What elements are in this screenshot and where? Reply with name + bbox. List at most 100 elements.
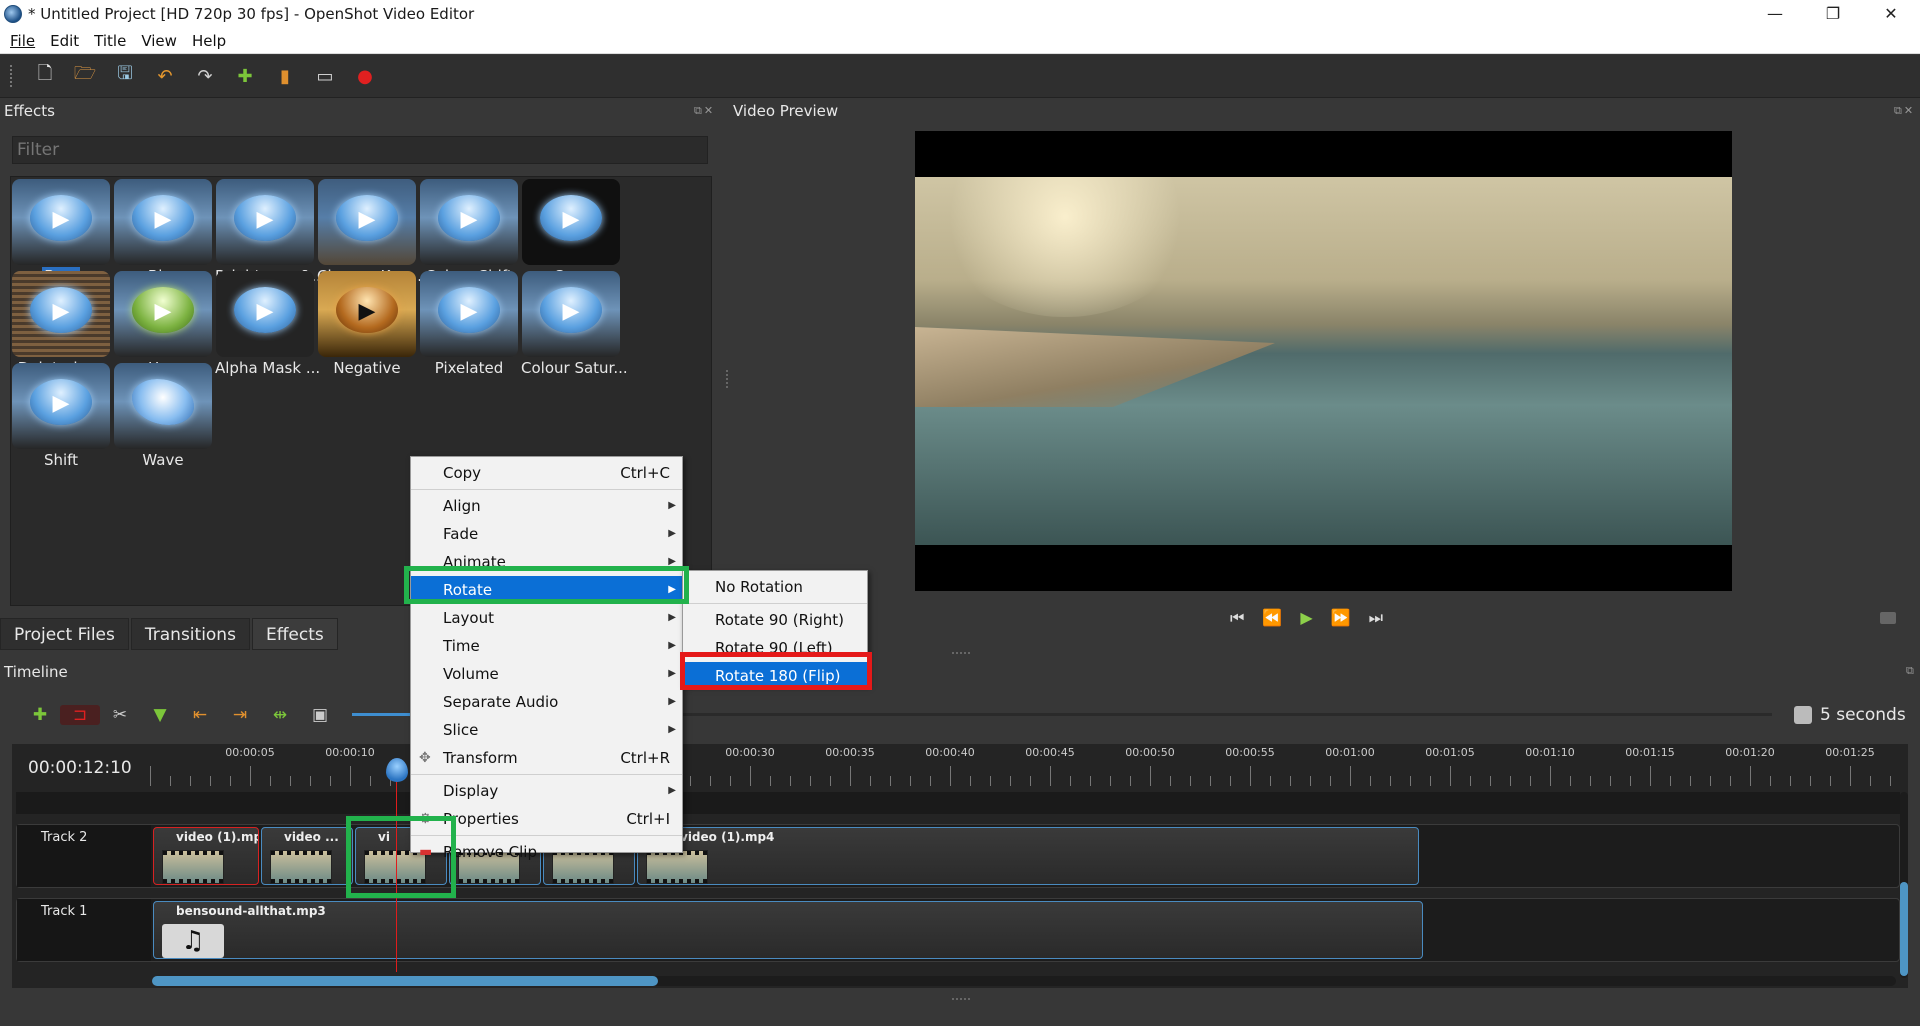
razor-icon[interactable]: ✂ — [100, 705, 140, 725]
menu-file[interactable]: File — [10, 32, 35, 50]
effect-colour-shift[interactable]: Colour Shift — [419, 179, 519, 285]
jump-end-icon[interactable]: ⏭ — [1369, 608, 1383, 628]
jump-start-icon[interactable]: ⏮ — [1230, 608, 1244, 628]
clip-video-6[interactable]: video (1).mp4 — [637, 827, 1419, 885]
menu-item-rotate-90-right[interactable]: Rotate 90 (Right) — [683, 606, 867, 634]
menu-help[interactable]: Help — [192, 32, 226, 50]
effect-wave[interactable]: Wave — [113, 363, 213, 469]
effect-chroma-key[interactable]: Chroma Key ... — [317, 179, 427, 285]
effect-thumbnail — [114, 363, 212, 449]
menu-item-no-rotation[interactable]: No Rotation — [683, 573, 867, 601]
toolbar-grip[interactable] — [10, 65, 13, 87]
ruler-tick — [1210, 776, 1211, 786]
effect-negative[interactable]: Negative — [317, 271, 417, 377]
splitter-handle[interactable] — [952, 652, 970, 655]
ruler-tick — [930, 776, 931, 786]
ruler-tick — [1150, 766, 1151, 786]
fast-forward-icon[interactable]: ⏩ — [1331, 608, 1351, 628]
ruler-tick — [1370, 776, 1371, 786]
dock-float-close-icon[interactable]: ⧉✕ — [694, 104, 715, 118]
snapping-icon[interactable]: ⊐ — [60, 705, 100, 725]
track-2[interactable]: Track 2 video (1).mp4 video ... vi video… — [16, 824, 1900, 888]
menu-item-layout[interactable]: Layout ▶ — [411, 604, 682, 632]
new-project-icon[interactable]: 🗋 — [25, 60, 65, 92]
add-track-icon[interactable]: ✚ — [20, 705, 60, 725]
effect-pixelated[interactable]: Pixelated — [419, 271, 519, 377]
effect-deinterlace[interactable]: Deinterlace — [11, 271, 111, 377]
menu-item-slice[interactable]: Slice ▶ — [411, 716, 682, 744]
effect-bars[interactable]: Bars — [11, 179, 111, 285]
menu-item-separate-audio[interactable]: Separate Audio ▶ — [411, 688, 682, 716]
open-project-icon[interactable]: 🗁 — [65, 60, 105, 92]
camera-icon[interactable] — [1880, 612, 1896, 624]
rewind-icon[interactable]: ⏪ — [1262, 608, 1282, 628]
minimize-button[interactable]: — — [1746, 0, 1804, 28]
clip-video-1[interactable]: video (1).mp4 — [153, 827, 259, 885]
menu-item-volume[interactable]: Volume ▶ — [411, 660, 682, 688]
dock-float-icon[interactable]: ⧉ — [1906, 664, 1916, 678]
next-marker-icon[interactable]: ⇥ — [220, 705, 260, 725]
effect-blur[interactable]: Blur — [113, 179, 213, 285]
effect-thumbnail — [318, 271, 416, 357]
add-marker-icon[interactable]: ▼ — [140, 705, 180, 725]
menu-item-remove-clip[interactable]: ▬ Remove Clip — [411, 838, 682, 866]
effect-alpha-mask[interactable]: Alpha Mask ... — [215, 271, 320, 377]
effect-thumbnail — [12, 363, 110, 449]
fullscreen-icon[interactable]: ▭ — [305, 60, 345, 92]
ruler-tick — [1390, 776, 1391, 786]
timeline-vertical-scrollbar[interactable] — [1900, 792, 1908, 978]
tab-effects[interactable]: Effects — [251, 618, 338, 650]
effect-colour-saturation[interactable]: Colour Satur... — [521, 271, 628, 377]
playhead-handle[interactable] — [386, 758, 408, 782]
redo-icon[interactable]: ↷ — [185, 60, 225, 92]
ruler-tick — [770, 776, 771, 786]
track-1[interactable]: Track 1 bensound-allthat.mp3 ♫ — [16, 898, 1900, 962]
menu-item-time[interactable]: Time ▶ — [411, 632, 682, 660]
menu-item-align[interactable]: Align ▶ — [411, 492, 682, 520]
effect-hue[interactable]: Hue — [113, 271, 213, 377]
close-button[interactable]: ✕ — [1862, 0, 1920, 28]
effect-crop[interactable]: Crop — [521, 179, 621, 285]
menu-title[interactable]: Title — [94, 32, 126, 50]
timeline-horizontal-scrollbar[interactable] — [152, 976, 1896, 986]
effect-thumbnail — [216, 271, 314, 357]
tab-project-files[interactable]: Project Files — [0, 618, 129, 650]
zoom-label: 5 seconds — [1820, 705, 1906, 725]
ruler-tick — [1810, 776, 1811, 786]
menu-item-animate[interactable]: Animate ▶ — [411, 548, 682, 576]
effect-brightness[interactable]: Brightness &... — [215, 179, 326, 285]
save-project-icon[interactable]: 🖫 — [105, 60, 145, 92]
maximize-button[interactable]: ❐ — [1804, 0, 1862, 28]
export-video-icon[interactable]: ● — [345, 60, 385, 92]
menu-item-rotate-90-left[interactable]: Rotate 90 (Left) — [683, 634, 867, 662]
previous-marker-icon[interactable]: ⇤ — [180, 705, 220, 725]
menu-item-rotate[interactable]: Rotate ▶ — [411, 576, 682, 604]
menu-item-fade[interactable]: Fade ▶ — [411, 520, 682, 548]
import-files-icon[interactable]: ✚ — [225, 60, 265, 92]
dock-float-close-icon[interactable]: ⧉✕ — [1894, 104, 1915, 118]
menu-item-rotate-180-flip[interactable]: Rotate 180 (Flip) — [683, 662, 867, 690]
clip-video-2[interactable]: video ... — [261, 827, 353, 885]
menu-edit[interactable]: Edit — [50, 32, 79, 50]
tab-transitions[interactable]: Transitions — [130, 618, 250, 650]
menu-item-properties[interactable]: ⚙ Properties Ctrl+I — [411, 805, 682, 833]
play-icon[interactable]: ▶ — [1300, 608, 1312, 628]
choose-profile-icon[interactable]: ▮ — [265, 60, 305, 92]
effects-filter-input[interactable] — [12, 136, 708, 164]
zoom-fit-icon[interactable]: ▣ — [300, 705, 340, 725]
splitter-handle[interactable] — [952, 998, 970, 1001]
marker-row — [16, 792, 1900, 814]
undo-icon[interactable]: ↶ — [145, 60, 185, 92]
menu-item-display[interactable]: Display ▶ — [411, 777, 682, 805]
ruler-tick — [1730, 776, 1731, 786]
ruler-label: 00:00:10 — [325, 746, 375, 759]
ruler-tick — [690, 776, 691, 786]
ruler-tick — [1410, 776, 1411, 786]
menu-item-transform[interactable]: ✥ Transform Ctrl+R — [411, 744, 682, 772]
center-playhead-icon[interactable]: ⇹ — [260, 705, 300, 725]
clip-audio[interactable]: bensound-allthat.mp3 ♫ — [153, 901, 1423, 959]
splitter-handle[interactable] — [726, 370, 729, 388]
effect-shift[interactable]: Shift — [11, 363, 111, 469]
menu-item-copy[interactable]: Copy Ctrl+C — [411, 459, 682, 487]
menu-view[interactable]: View — [141, 32, 177, 50]
